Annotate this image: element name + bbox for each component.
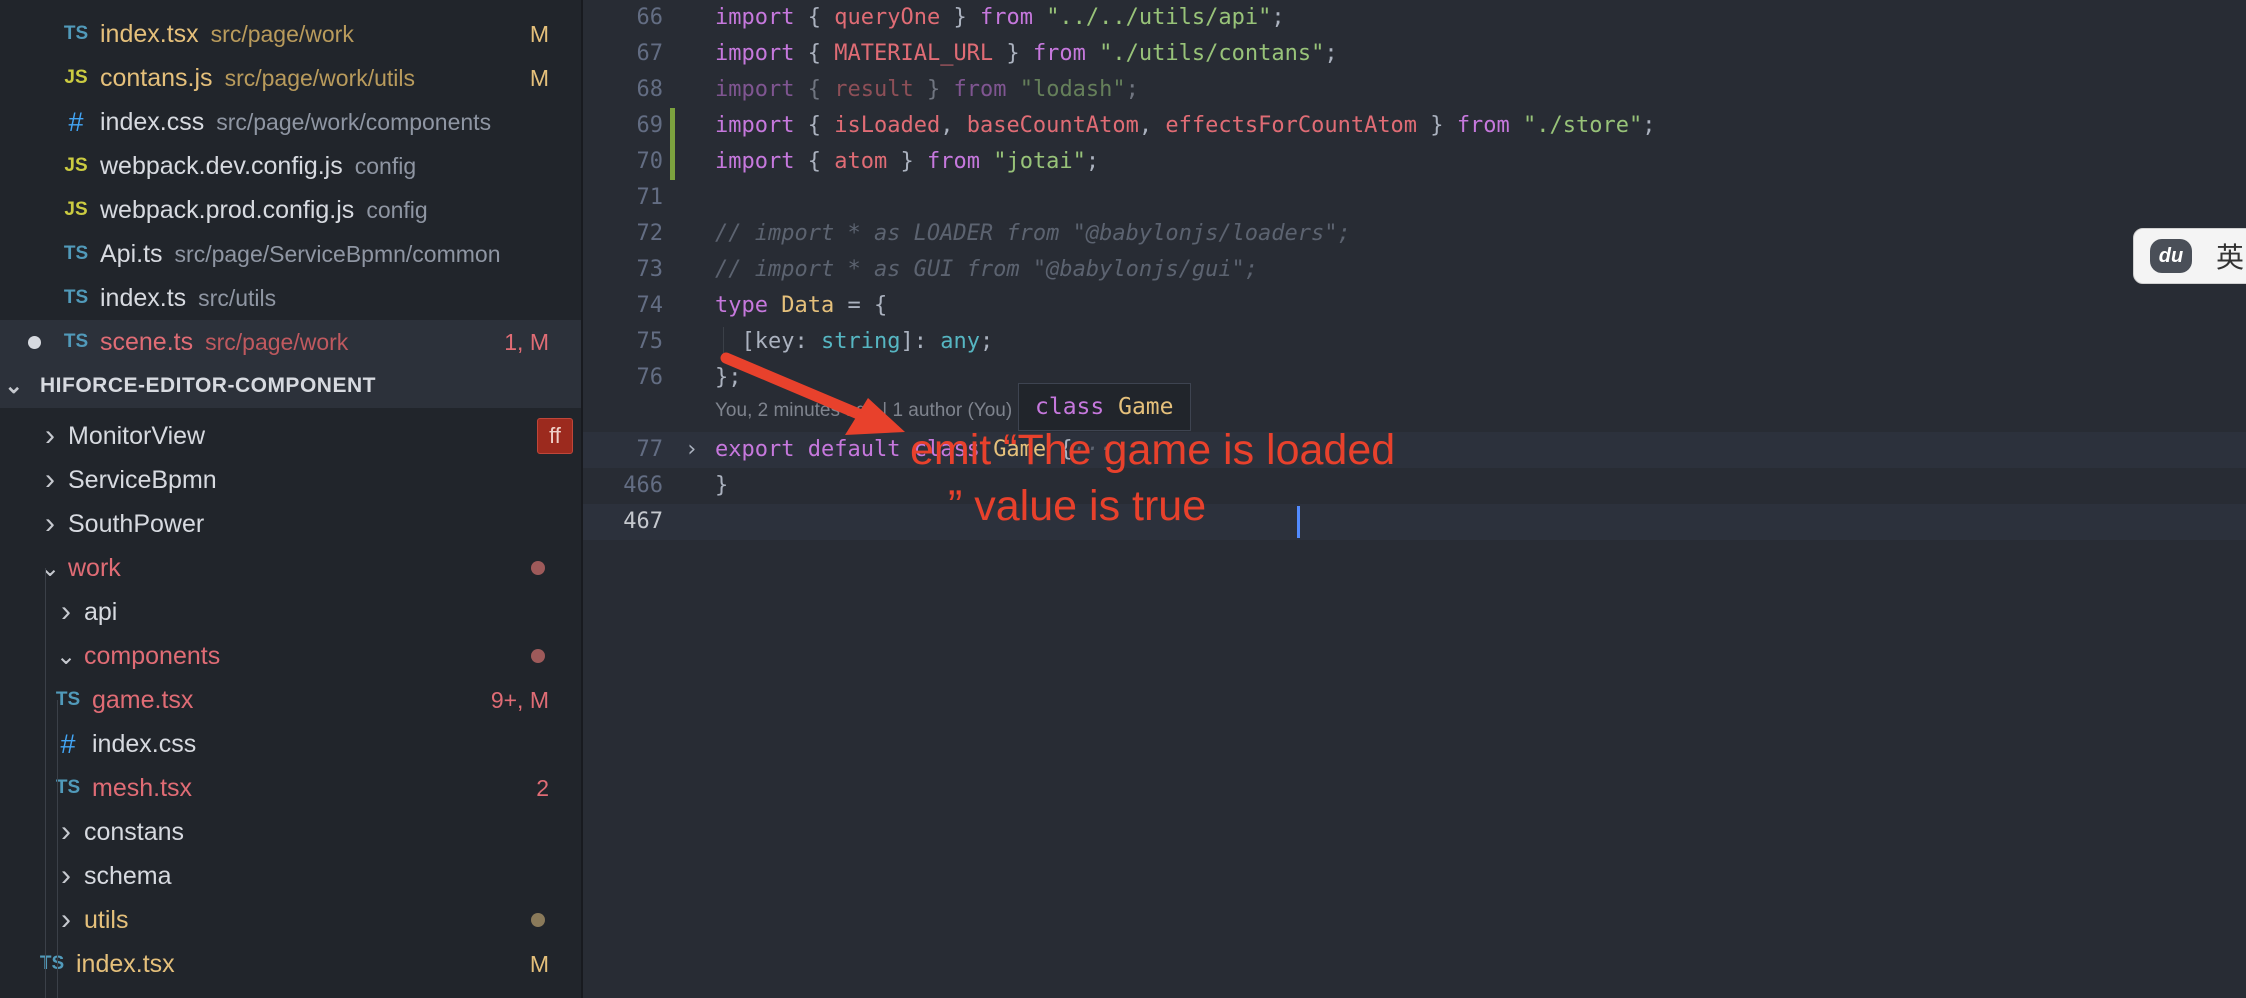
- ime-toolbar[interactable]: du 英: [2133, 228, 2246, 284]
- baidu-ime-logo-icon[interactable]: du: [2150, 239, 2192, 273]
- annotation-text: emit “The game is loaded ” value is true: [910, 422, 1395, 534]
- ime-language-toggle[interactable]: 英: [2216, 236, 2244, 276]
- annotation-line-1: emit “The game is loaded: [910, 426, 1396, 474]
- annotation-line-2: ” value is true: [948, 482, 1207, 530]
